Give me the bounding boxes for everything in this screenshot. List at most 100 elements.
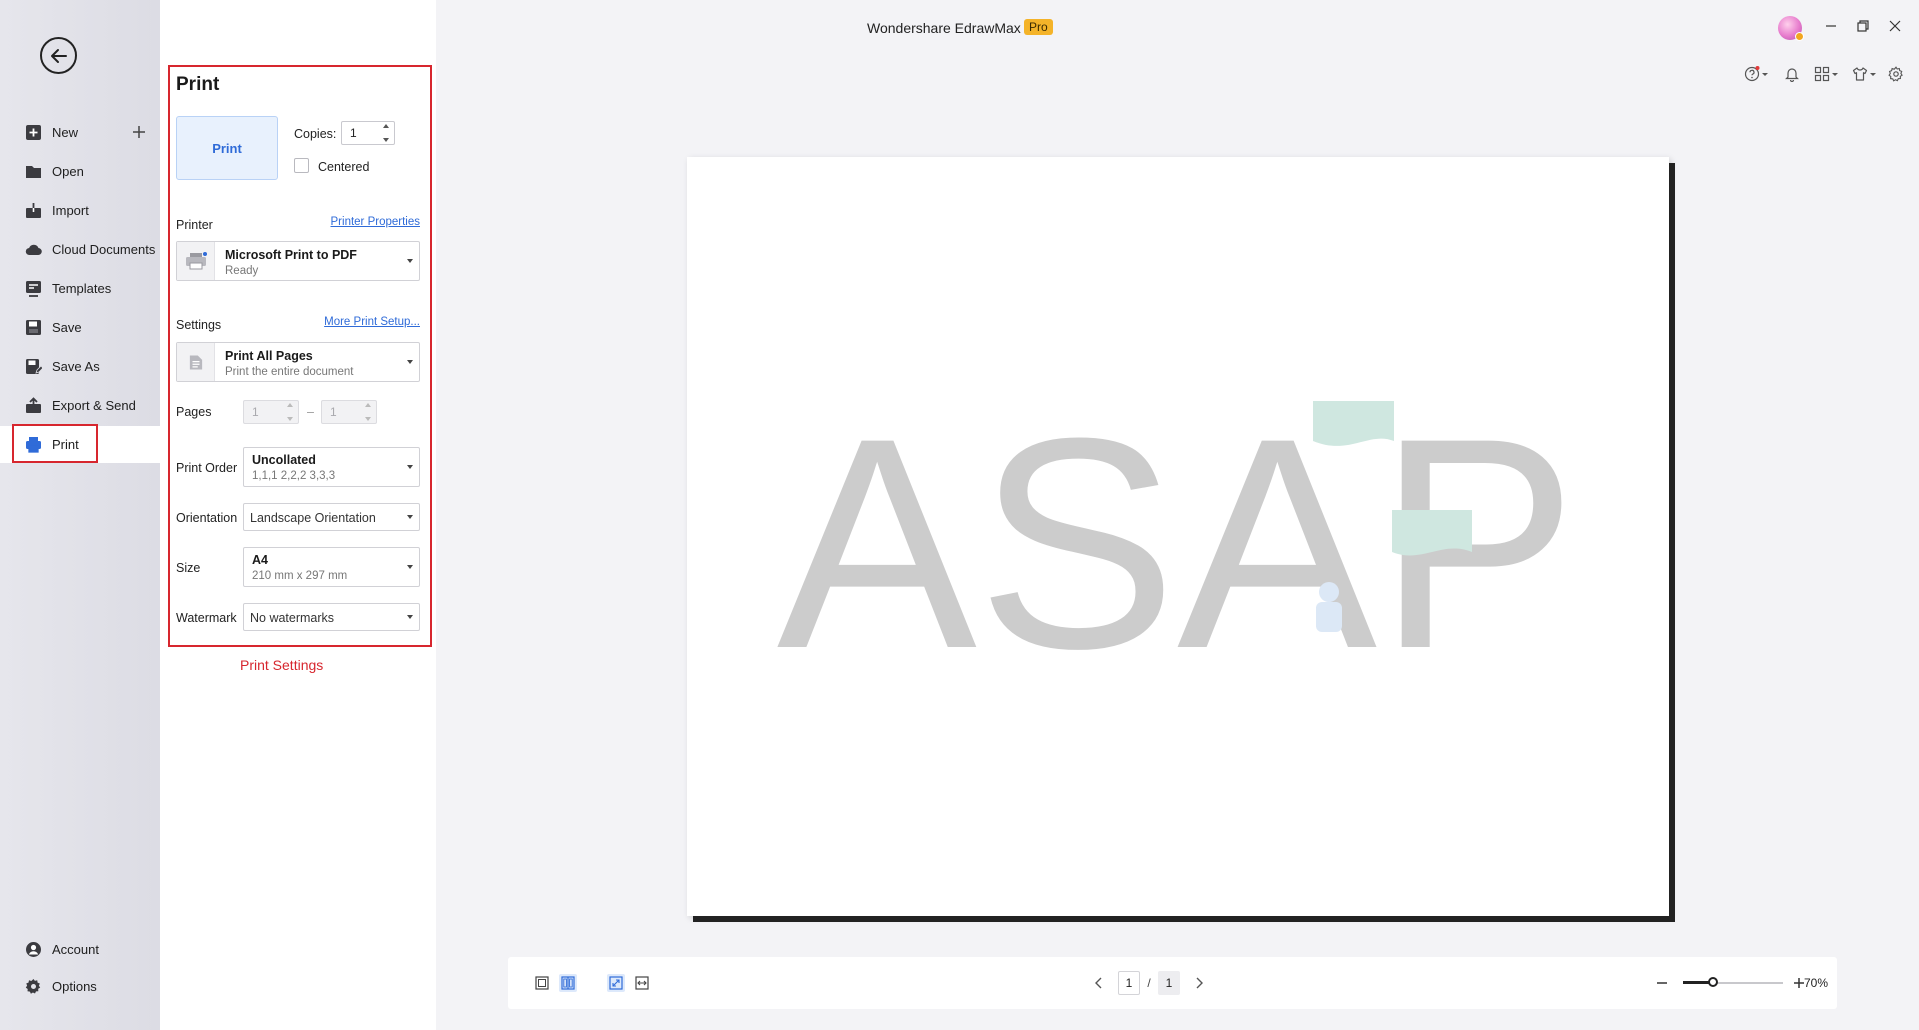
print-preview-page: ASAP — [687, 157, 1669, 916]
account-icon — [25, 941, 42, 958]
total-pages: 1 — [1158, 971, 1180, 995]
settings-button[interactable] — [1888, 65, 1904, 83]
preview-person-shape — [1316, 602, 1342, 632]
chevron-down-icon — [407, 259, 413, 263]
increment-icon[interactable] — [383, 124, 389, 128]
export-icon — [25, 397, 42, 414]
minimize-button[interactable] — [1822, 17, 1840, 35]
print-range-main: Print All Pages — [225, 349, 313, 363]
nav-item-import[interactable]: Import — [0, 192, 160, 229]
back-button[interactable] — [40, 37, 77, 74]
copies-label: Copies: — [294, 127, 337, 141]
settings-section-label: Settings — [176, 318, 222, 332]
panel-title: Print — [176, 74, 220, 95]
size-sub: 210 mm x 297 mm — [252, 570, 348, 582]
folder-icon — [25, 163, 42, 180]
nav-item-account[interactable]: Account — [0, 931, 160, 968]
print-button[interactable]: Print — [176, 116, 278, 180]
restore-button[interactable] — [1854, 17, 1872, 35]
centered-checkbox[interactable] — [294, 158, 309, 173]
restore-icon — [1857, 20, 1869, 32]
minus-icon — [1657, 982, 1667, 984]
nav-item-save-as[interactable]: Save As — [0, 348, 160, 385]
cloud-icon — [25, 241, 42, 258]
fit-width-button[interactable] — [633, 974, 651, 992]
next-page-button[interactable] — [1190, 974, 1208, 992]
single-page-view-button[interactable] — [533, 974, 551, 992]
pages-from-stepper[interactable]: 1 — [243, 400, 299, 424]
nav-item-cloud-documents[interactable]: Cloud Documents — [0, 231, 160, 268]
chevron-down-icon — [407, 515, 413, 519]
print-order-main: Uncollated — [252, 453, 316, 467]
size-select[interactable]: A4 210 mm x 297 mm — [243, 547, 420, 587]
vip-badge-icon — [1795, 32, 1804, 41]
zoom-out-button[interactable] — [1653, 974, 1671, 992]
fit-page-icon — [609, 976, 623, 990]
nav-item-label: New — [52, 125, 79, 140]
nav-item-label: Options — [52, 979, 97, 994]
current-page-field[interactable]: 1 — [1118, 971, 1140, 995]
print-order-sub: 1,1,1 2,2,2 3,3,3 — [252, 470, 336, 482]
nav-item-open[interactable]: Open — [0, 153, 160, 190]
nav-item-save[interactable]: Save — [0, 309, 160, 346]
nav-item-print[interactable]: Print — [0, 426, 160, 463]
orientation-select[interactable]: Landscape Orientation — [243, 503, 420, 531]
copies-value: 1 — [350, 126, 357, 140]
zoom-percentage: 70% — [1804, 976, 1829, 990]
increment-icon[interactable] — [365, 403, 371, 407]
previous-page-button[interactable] — [1090, 974, 1108, 992]
size-label: Size — [176, 561, 201, 575]
nav-item-templates[interactable]: Templates — [0, 270, 160, 307]
nav-item-new[interactable]: New — [0, 114, 160, 151]
chevron-down-icon — [407, 360, 413, 364]
chevron-down-icon — [407, 565, 413, 569]
plus-icon[interactable] — [130, 123, 148, 141]
orientation-value: Landscape Orientation — [250, 511, 376, 525]
watermark-select[interactable]: No watermarks — [243, 603, 420, 631]
help-icon — [1744, 66, 1760, 82]
watermark-label: Watermark — [176, 611, 237, 625]
fit-width-icon — [635, 976, 649, 990]
copies-stepper[interactable]: 1 — [341, 121, 395, 145]
preview-shape-teal — [1392, 510, 1472, 556]
printer-status: Ready — [225, 265, 259, 277]
nav-item-label: Open — [52, 164, 84, 179]
import-icon — [25, 202, 42, 219]
decrement-icon[interactable] — [287, 417, 293, 421]
size-main: A4 — [252, 553, 268, 567]
notifications-button[interactable] — [1784, 65, 1800, 83]
left-navigation: New Open Import Cloud Documents Template… — [0, 0, 160, 1030]
decrement-icon[interactable] — [383, 138, 389, 142]
more-print-setup-link[interactable]: More Print Setup... — [324, 316, 420, 328]
avatar[interactable] — [1778, 16, 1804, 41]
decrement-icon[interactable] — [365, 417, 371, 421]
print-order-select[interactable]: Uncollated 1,1,1 2,2,2 3,3,3 — [243, 447, 420, 487]
help-menu[interactable] — [1744, 65, 1768, 83]
fit-page-button[interactable] — [607, 974, 625, 992]
multi-page-icon — [561, 976, 575, 990]
multi-page-view-button[interactable] — [559, 974, 577, 992]
print-settings-caption: Print Settings — [240, 657, 324, 673]
nav-item-export-send[interactable]: Export & Send — [0, 387, 160, 424]
close-button[interactable] — [1886, 17, 1904, 35]
print-range-select[interactable]: Print All Pages Print the entire documen… — [176, 342, 420, 382]
gear-icon — [1888, 66, 1903, 82]
pages-to-stepper[interactable]: 1 — [321, 400, 377, 424]
zoom-slider-handle[interactable] — [1708, 977, 1718, 987]
print-range-sub: Print the entire document — [225, 366, 354, 378]
increment-icon[interactable] — [287, 403, 293, 407]
document-icon — [177, 343, 215, 381]
printer-properties-link[interactable]: Printer Properties — [331, 216, 420, 228]
printer-name: Microsoft Print to PDF — [225, 248, 357, 262]
new-file-icon — [25, 124, 42, 141]
printer-select[interactable]: Microsoft Print to PDF Ready — [176, 241, 420, 281]
pages-label: Pages — [176, 405, 212, 419]
theme-menu[interactable] — [1852, 65, 1876, 83]
apps-menu[interactable] — [1814, 65, 1838, 83]
printer-icon — [177, 242, 215, 280]
nav-item-label: Cloud Documents — [52, 242, 156, 257]
nav-item-label: Import — [52, 203, 89, 218]
printer-icon — [25, 436, 42, 453]
nav-item-options[interactable]: Options — [0, 968, 160, 1005]
close-icon — [1889, 20, 1901, 32]
